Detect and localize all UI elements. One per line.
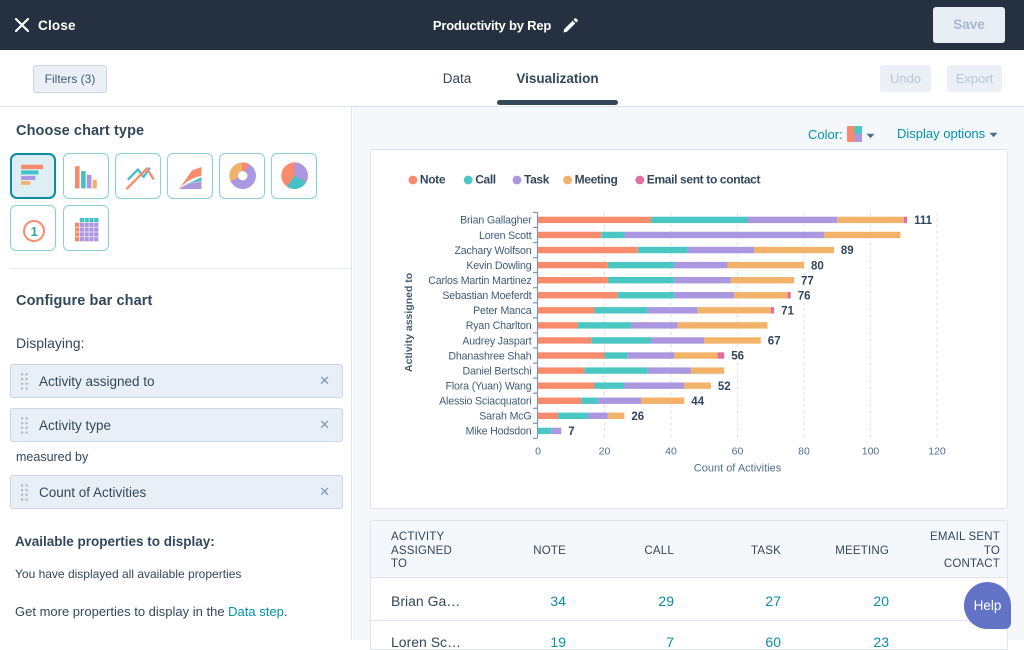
svg-text:Brian Gallagher: Brian Gallagher xyxy=(460,215,532,227)
svg-text:26: 26 xyxy=(631,411,644,423)
svg-text:0: 0 xyxy=(535,446,541,458)
svg-text:89: 89 xyxy=(841,245,854,257)
svg-text:60: 60 xyxy=(732,446,744,458)
svg-text:71: 71 xyxy=(781,306,794,318)
svg-text:80: 80 xyxy=(798,446,810,458)
svg-text:76: 76 xyxy=(798,290,811,302)
svg-text:Audrey Jaspart: Audrey Jaspart xyxy=(462,335,531,347)
svg-text:Mike Hodsdon: Mike Hodsdon xyxy=(466,426,532,438)
svg-text:Loren Scott: Loren Scott xyxy=(479,230,532,242)
svg-text:40: 40 xyxy=(665,446,677,458)
svg-text:Ryan Charlton: Ryan Charlton xyxy=(466,320,532,332)
svg-text:Kevin Dowling: Kevin Dowling xyxy=(466,260,531,272)
svg-text:Dhanashree Shah: Dhanashree Shah xyxy=(448,350,531,362)
svg-text:Sebastian Moeferdt: Sebastian Moeferdt xyxy=(442,290,531,302)
svg-text:Daniel Bertschi: Daniel Bertschi xyxy=(463,365,532,377)
svg-text:Flora (Yuan) Wang: Flora (Yuan) Wang xyxy=(446,381,532,393)
svg-text:7: 7 xyxy=(568,426,574,438)
svg-text:Activity assigned to: Activity assigned to xyxy=(403,273,415,372)
svg-text:Task: Task xyxy=(524,173,550,187)
svg-text:56: 56 xyxy=(731,351,744,363)
svg-text:Alessio Sciacquatori: Alessio Sciacquatori xyxy=(439,396,531,408)
svg-text:Peter Manca: Peter Manca xyxy=(473,305,532,317)
svg-text:111: 111 xyxy=(914,215,933,227)
svg-text:52: 52 xyxy=(718,381,731,393)
svg-text:Email sent to contact: Email sent to contact xyxy=(647,173,761,187)
svg-text:77: 77 xyxy=(801,275,814,287)
svg-text:Sarah McG: Sarah McG xyxy=(479,411,531,423)
svg-text:67: 67 xyxy=(768,336,781,348)
svg-text:80: 80 xyxy=(811,260,824,272)
svg-text:20: 20 xyxy=(599,446,611,458)
svg-text:Carlos Martin Martinez: Carlos Martin Martinez xyxy=(428,275,531,287)
svg-text:44: 44 xyxy=(691,396,704,408)
svg-text:120: 120 xyxy=(928,446,946,458)
svg-text:Zachary Wolfson: Zachary Wolfson xyxy=(454,245,531,257)
svg-text:Call: Call xyxy=(475,173,496,187)
svg-text:Count of Activities: Count of Activities xyxy=(694,463,782,475)
svg-text:Note: Note xyxy=(420,173,446,187)
svg-text:1: 1 xyxy=(31,223,38,238)
svg-text:Meeting: Meeting xyxy=(575,173,618,187)
svg-text:100: 100 xyxy=(862,446,880,458)
